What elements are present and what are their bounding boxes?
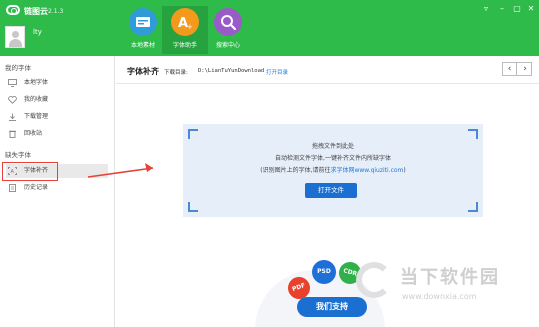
file-drop-zone[interactable]: 拖拽文件到此处 自动检测文件字体,一键补齐文件内所缺字体 (识别图片上的字体,请… — [183, 124, 483, 217]
corner-bracket-icon — [188, 202, 198, 212]
drop-description: 自动检测文件字体,一键补齐文件内所缺字体 — [275, 155, 391, 162]
hint-prefix: (识别图片上的字体,请前往 — [260, 167, 331, 174]
corner-bracket-icon — [468, 129, 478, 139]
watermark-url: www.downxia.com — [402, 292, 477, 301]
supported-formats-button[interactable]: 我们支持 — [297, 297, 367, 317]
watermark-name: 当下软件园 — [400, 267, 500, 288]
pager: ‹ › — [502, 62, 532, 76]
image-font-hint: (识别图片上的字体,请前往求字体网www.qiuziti.com) — [183, 165, 483, 174]
drop-hint: 拖拽文件到此处 — [311, 143, 354, 150]
content-header: 字体补齐 下载目录: D:\LianTuYunDownload 打开目录 ‹ › — [116, 56, 539, 84]
qiuziti-link[interactable]: 求字体网www.qiuziti.com — [330, 167, 403, 174]
hint-suffix: ) — [403, 167, 406, 174]
chevron-left-icon[interactable]: ‹ — [503, 63, 517, 75]
open-file-button[interactable]: 打开文件 — [305, 183, 357, 198]
psd-badge-icon: PSD — [312, 260, 336, 284]
page-title: 字体补齐 — [127, 67, 159, 76]
download-dir-path: D:\LianTuYunDownload — [198, 68, 265, 74]
watermark-logo-icon — [356, 262, 392, 298]
chevron-right-icon[interactable]: › — [518, 63, 532, 75]
download-dir-label: 下载目录: — [164, 70, 188, 76]
open-directory-link[interactable]: 打开目录 — [266, 68, 288, 76]
corner-bracket-icon — [188, 129, 198, 139]
corner-bracket-icon — [468, 202, 478, 212]
